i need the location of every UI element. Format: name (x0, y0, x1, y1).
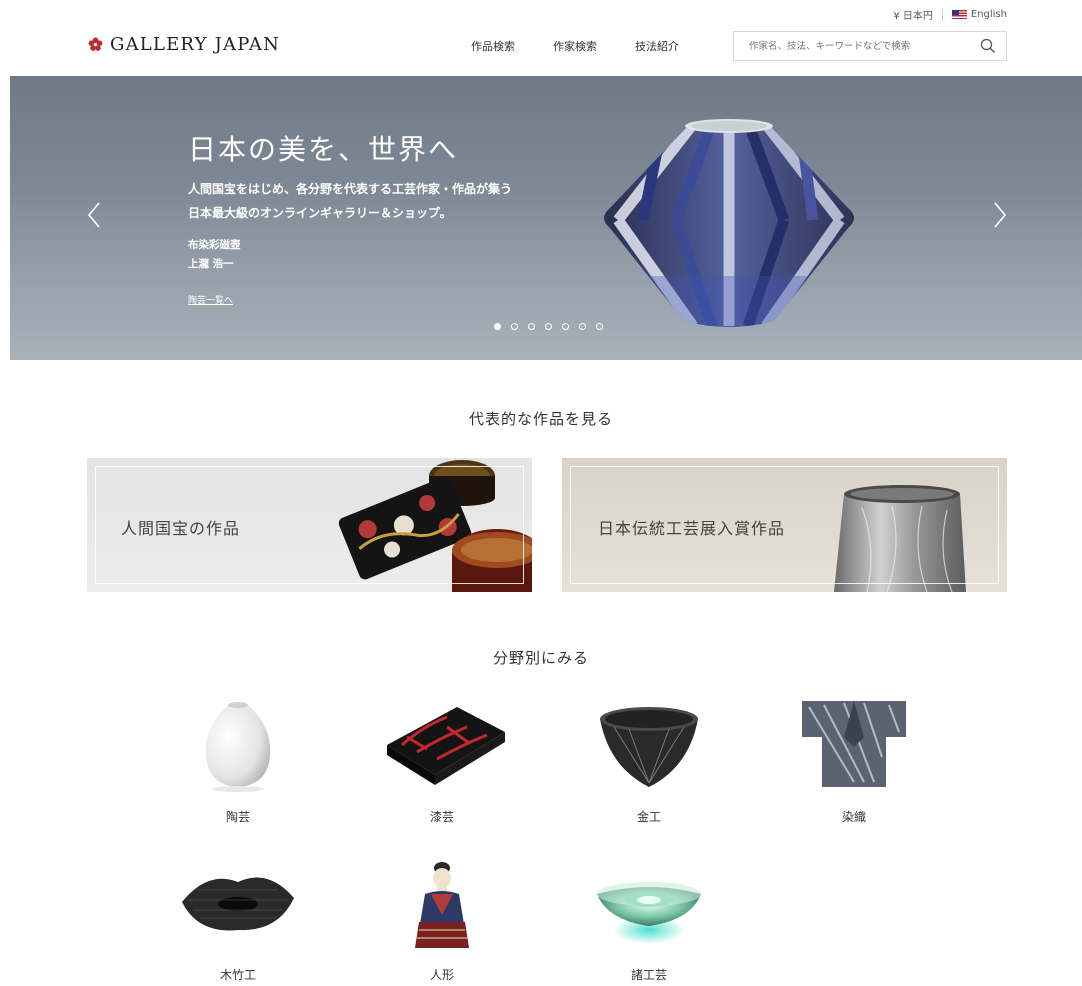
white-vase-icon (205, 702, 271, 792)
metal-bowl-icon (600, 707, 698, 787)
search-icon[interactable] (980, 38, 996, 54)
textile-image (774, 697, 934, 792)
logo-text: GALLERY JAPAN (110, 34, 281, 55)
category-label: 木竹工 (219, 968, 256, 982)
dolls-image (362, 860, 522, 952)
lacquer-box-icon (387, 707, 505, 785)
lacquer-image (362, 697, 522, 792)
utility-bar: ¥ 日本円 English (893, 7, 1007, 22)
artist-name: 上瀧 浩一 (188, 258, 234, 270)
category-label: 諸工芸 (630, 968, 667, 982)
carousel-prev-button[interactable] (87, 202, 101, 228)
other-crafts-image (569, 860, 729, 952)
carousel-dots (494, 323, 613, 330)
search-box (733, 31, 1007, 61)
language-selector[interactable]: English (951, 9, 1007, 20)
woodbamboo-image (158, 860, 318, 952)
featured-card-national-treasure[interactable]: 人間国宝の作品 (87, 458, 532, 592)
category-dolls[interactable]: 人形 (362, 860, 522, 983)
carousel-dot[interactable] (494, 323, 501, 330)
category-metalwork[interactable]: 金工 (569, 697, 729, 825)
carousel-dot[interactable] (579, 323, 586, 330)
hero-vase-image (604, 119, 854, 327)
currency-selector[interactable]: ¥ 日本円 (893, 7, 933, 22)
card-label: 人間国宝の作品 (121, 519, 241, 538)
nav-item-techniques[interactable]: 技法紹介 (635, 38, 679, 54)
ceramics-image (158, 697, 318, 792)
category-textile[interactable]: 染織 (774, 697, 934, 825)
us-flag-icon (951, 10, 967, 19)
kimono-icon (802, 701, 906, 787)
featured-card-award-winners[interactable]: 日本伝統工芸展入賞作品 (562, 458, 1007, 592)
doll-icon (415, 862, 469, 948)
hero-title: 日本の美を、世界へ (188, 133, 459, 166)
carousel-dot[interactable] (511, 323, 518, 330)
bamboo-basket-icon (182, 877, 294, 931)
chevron-left-icon (87, 202, 100, 228)
search-input[interactable] (734, 39, 980, 53)
category-label: 人形 (429, 968, 454, 982)
category-ceramics[interactable]: 陶芸 (158, 697, 318, 825)
hero-subtitle-line: 日本最大級のオンラインギャラリー＆ショップ。 (188, 206, 452, 220)
carousel-next-button[interactable] (993, 202, 1007, 228)
nav-item-works[interactable]: 作品検索 (471, 38, 515, 54)
carousel-dot[interactable] (596, 323, 603, 330)
hero-carousel: 日本の美を、世界へ 人間国宝をはじめ、各分野を代表する工芸作家・作品が集う 日本… (10, 76, 1082, 360)
category-lacquer[interactable]: 漆芸 (362, 697, 522, 825)
hero-link[interactable]: 陶芸一覧へ (188, 293, 233, 306)
work-title: 布染彩磁壺 (188, 239, 241, 251)
category-label: 陶芸 (225, 810, 250, 824)
category-label: 金工 (636, 810, 661, 824)
carousel-dot[interactable] (528, 323, 535, 330)
carousel-dot[interactable] (562, 323, 569, 330)
carousel-dot[interactable] (545, 323, 552, 330)
flower-logo-icon (88, 37, 103, 51)
nav-item-artists[interactable]: 作家検索 (553, 38, 597, 54)
logo[interactable]: GALLERY JAPAN (88, 34, 280, 55)
category-label: 漆芸 (429, 810, 454, 824)
glass-dish-icon (597, 882, 701, 944)
category-label: 染織 (841, 810, 866, 824)
header: ¥ 日本円 English GALLERY JAPAN 作品検索 作家検索 技法… (0, 0, 1082, 76)
language-label: English (970, 9, 1007, 20)
featured-section-title: 代表的な作品を見る (468, 410, 613, 428)
metalwork-image (569, 697, 729, 792)
category-section-title: 分野別にみる (492, 649, 589, 667)
hero-work-info: 布染彩磁壺 上瀧 浩一 (188, 236, 241, 274)
divider (941, 8, 943, 21)
chevron-right-icon (994, 202, 1007, 228)
hero-subtitle: 人間国宝をはじめ、各分野を代表する工芸作家・作品が集う 日本最大級のオンラインギ… (188, 177, 512, 225)
category-other-crafts[interactable]: 諸工芸 (569, 860, 729, 983)
category-woodbamboo[interactable]: 木竹工 (158, 860, 318, 983)
hero-subtitle-line: 人間国宝をはじめ、各分野を代表する工芸作家・作品が集う (188, 182, 513, 196)
card-label: 日本伝統工芸展入賞作品 (598, 519, 786, 538)
main-nav: 作品検索 作家検索 技法紹介 (471, 38, 717, 54)
